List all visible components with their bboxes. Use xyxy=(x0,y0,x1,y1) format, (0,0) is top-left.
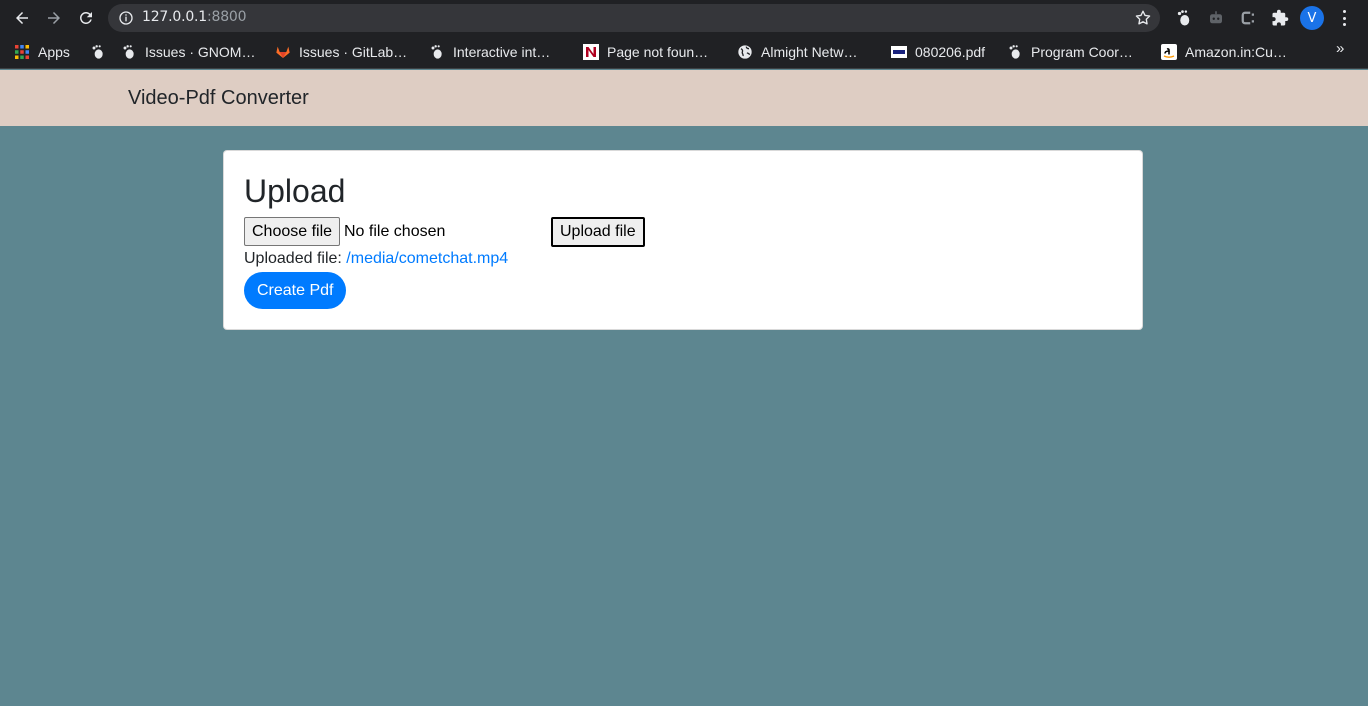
arrow-left-icon xyxy=(16,12,28,24)
robot-extension-icon[interactable] xyxy=(1206,8,1226,28)
reload-button[interactable] xyxy=(74,6,98,30)
address-bar[interactable]: 127.0.0.1:8800 xyxy=(108,4,1160,32)
apps-grid-icon xyxy=(14,44,30,60)
bookmark-program-coor[interactable]: Program Coor… xyxy=(1007,42,1133,62)
back-button[interactable] xyxy=(10,6,34,30)
bookmark-gnome[interactable] xyxy=(90,42,114,62)
gnome-foot-icon xyxy=(121,44,137,60)
bookmarks-bar: Apps Issues · GNOM… Issues · GitLab… Int… xyxy=(0,36,1368,69)
browser-toolbar: 127.0.0.1:8800 V xyxy=(0,0,1368,36)
arrow-right-icon xyxy=(48,12,60,24)
gnome-foot-icon xyxy=(429,44,445,60)
file-status-text: No file chosen xyxy=(344,223,446,240)
upload-file-button[interactable]: Upload file xyxy=(551,217,645,247)
uploaded-file-line: Uploaded file: /media/cometchat.mp4 xyxy=(244,250,508,268)
bookmark-star-icon[interactable] xyxy=(1134,9,1152,27)
uploaded-file-label: Uploaded file: xyxy=(244,250,342,267)
uploaded-file-link[interactable]: /media/cometchat.mp4 xyxy=(346,250,508,267)
create-pdf-button[interactable]: Create Pdf xyxy=(244,272,347,309)
reload-icon xyxy=(79,11,92,24)
nec-icon xyxy=(891,44,907,60)
gnome-extension-icon[interactable] xyxy=(1174,8,1194,28)
globe-icon xyxy=(737,44,753,60)
bookmark-almight[interactable]: Almight Netw… xyxy=(737,42,857,62)
bookmark-interactive[interactable]: Interactive int… xyxy=(429,42,550,62)
amazon-icon xyxy=(1161,44,1177,60)
browser-menu-icon[interactable] xyxy=(1336,8,1352,28)
profile-avatar[interactable]: V xyxy=(1300,6,1324,30)
puzzle-extensions-icon[interactable] xyxy=(1270,8,1290,28)
gitlab-icon xyxy=(275,44,291,60)
more-bookmarks-chevron-icon[interactable]: » xyxy=(1336,40,1344,57)
gnome-foot-icon xyxy=(1007,44,1023,60)
bookmark-apps[interactable]: Apps xyxy=(14,42,70,62)
card-title: Upload xyxy=(244,173,346,209)
app-navbar: Video-Pdf Converter xyxy=(0,70,1368,126)
choose-file-button[interactable]: Choose file xyxy=(244,217,341,246)
navbar-brand[interactable]: Video-Pdf Converter xyxy=(128,87,309,110)
bookmark-080206-pdf[interactable]: 080206.pdf xyxy=(891,42,985,62)
n-logo-icon xyxy=(583,44,599,60)
bookmark-issues-gitlab[interactable]: Issues · GitLab… xyxy=(275,42,407,62)
code-extension-icon[interactable] xyxy=(1238,8,1258,28)
bookmark-issues-gnome[interactable]: Issues · GNOM… xyxy=(121,42,255,62)
upload-card: Upload Choose file No file chosen Upload… xyxy=(223,150,1143,330)
bookmark-amazon[interactable]: Amazon.in:Cu… xyxy=(1161,42,1287,62)
gnome-foot-icon xyxy=(90,44,106,60)
info-icon[interactable] xyxy=(118,10,134,26)
bookmark-page-not-found[interactable]: Page not foun… xyxy=(583,42,708,62)
url-text: 127.0.0.1:8800 xyxy=(142,9,247,25)
forward-button[interactable] xyxy=(42,6,66,30)
